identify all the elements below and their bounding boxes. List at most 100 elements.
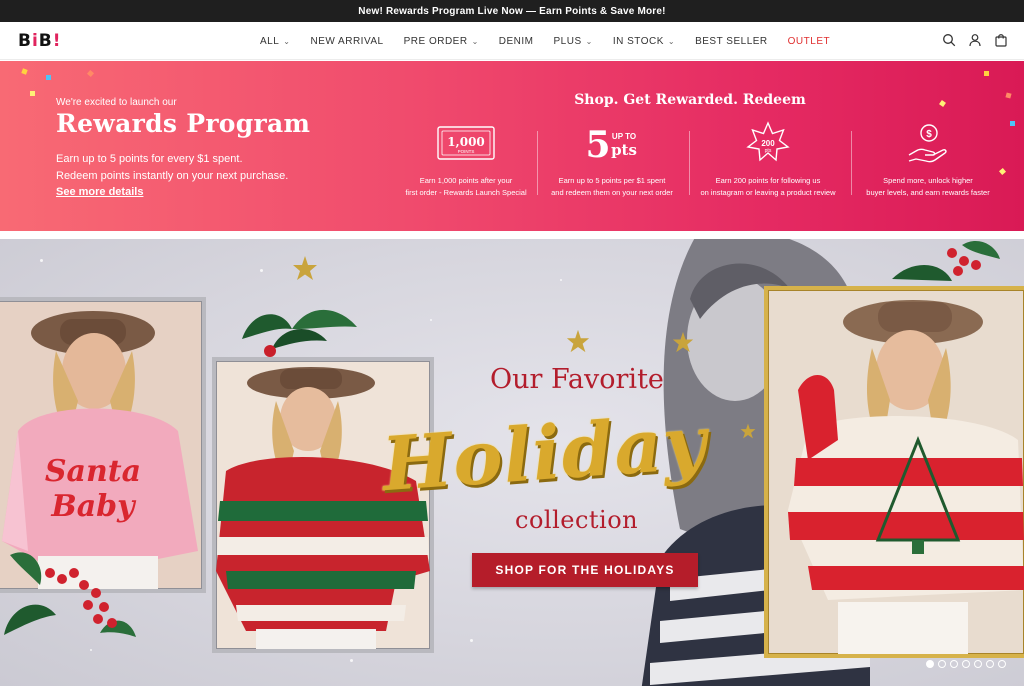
feature-text-line: Earn 1,000 points after your	[419, 176, 513, 185]
rewards-heading: Shop. Get Rewarded. Redeem	[574, 92, 806, 108]
hero-headline-bottom: collection	[515, 506, 639, 534]
site-logo[interactable]: BiB!	[18, 31, 62, 51]
carousel-dot-3[interactable]	[950, 660, 958, 668]
confetti	[1005, 92, 1012, 99]
confetti	[21, 68, 28, 75]
nav-label: PLUS	[553, 35, 582, 47]
main-nav: ALL ⌄ NEW ARRIVAL PRE ORDER ⌄ DENIM PLUS ⌄ …	[260, 22, 850, 60]
badge-points-text: 200	[761, 139, 775, 148]
hero-headline-top: Our Favorite	[490, 364, 664, 395]
confetti	[86, 69, 95, 78]
rewards-feature-first-order: 1,000 POINTS Earn 1,000 points after you…	[391, 121, 541, 199]
confetti	[939, 100, 946, 107]
nav-label: NEW ARRIVAL	[310, 35, 384, 47]
rewards-intro: We're excited to launch our	[56, 97, 177, 108]
up-to-label: UP TO	[612, 132, 636, 141]
nav-item-pre-order[interactable]: PRE ORDER ⌄	[404, 36, 479, 47]
feature-text-line: buyer levels, and earn rewards faster	[866, 188, 990, 197]
feature-text-line: Earn 200 points for following us	[715, 176, 821, 185]
rewards-description: Earn up to 5 points for every $1 spent. …	[56, 151, 356, 185]
shop-holidays-button[interactable]: SHOP FOR THE HOLIDAYS	[472, 553, 698, 587]
snow-fleck	[470, 639, 473, 642]
nav-item-outlet[interactable]: OUTLET	[788, 36, 830, 47]
rewards-desc-line: Redeem points instantly on your next pur…	[56, 170, 289, 182]
points-ticket-icon: 1,000 POINTS	[437, 126, 495, 160]
nav-label: DENIM	[498, 35, 534, 47]
nav-item-new-arrival[interactable]: NEW ARRIVAL	[311, 36, 384, 47]
pts-label: pts	[611, 141, 637, 159]
carousel-dot-1[interactable]	[926, 660, 934, 668]
snow-fleck	[90, 649, 92, 651]
confetti	[30, 91, 35, 96]
feature-text-line: and redeem them on your next order	[551, 188, 673, 197]
feature-divider	[689, 131, 690, 195]
berries-decoration-icon	[4, 552, 136, 637]
rewards-feature-buyer-levels: $ Spend more, unlock higher buyer levels…	[853, 121, 1003, 199]
nav-label: BEST SELLER	[695, 35, 768, 47]
nav-label: OUTLET	[787, 35, 831, 47]
rewards-feature-per-dollar: 5 UP TO pts Earn up to 5 points per $1 s…	[537, 121, 687, 199]
cart-icon[interactable]	[994, 33, 1008, 47]
carousel-dot-4[interactable]	[962, 660, 970, 668]
gold-star-icon	[740, 423, 756, 439]
confetti	[984, 71, 989, 76]
feature-text-line: Earn up to 5 points per $1 spent	[558, 176, 666, 185]
confetti	[46, 75, 51, 80]
berries-decoration-icon	[892, 240, 1000, 281]
svg-text:Baby: Baby	[50, 489, 137, 524]
search-icon[interactable]	[942, 33, 956, 47]
nav-item-denim[interactable]: DENIM	[499, 36, 534, 47]
five-number: 5	[585, 124, 610, 163]
chevron-down-icon: ⌄	[585, 36, 593, 46]
gold-star-icon	[293, 256, 317, 280]
announcement-bar: New! Rewards Program Live Now — Earn Poi…	[0, 0, 1024, 22]
nav-item-plus[interactable]: PLUS ⌄	[554, 36, 593, 47]
feature-divider	[851, 131, 852, 195]
snow-fleck	[40, 259, 43, 262]
svg-text:Santa: Santa	[45, 454, 141, 489]
feature-text-line: Spend more, unlock higher	[883, 176, 973, 185]
carousel-dots	[926, 660, 1006, 668]
see-more-details-link[interactable]: See more details	[56, 186, 143, 198]
badge-200-icon: 200 pts	[746, 121, 790, 162]
gold-star-icon	[566, 329, 590, 353]
carousel-dot-7[interactable]	[998, 660, 1006, 668]
ticket-points-sub: POINTS	[458, 149, 475, 154]
nav-item-all[interactable]: ALL ⌄	[260, 36, 291, 47]
carousel-dot-2[interactable]	[938, 660, 946, 668]
snow-fleck	[430, 319, 432, 321]
rewards-feature-social: 200 pts Earn 200 points for following us…	[693, 121, 843, 199]
chevron-down-icon: ⌄	[283, 36, 291, 46]
chevron-down-icon: ⌄	[471, 36, 479, 46]
nav-item-in-stock[interactable]: IN STOCK ⌄	[613, 36, 675, 47]
holiday-hero-banner[interactable]: Santa Baby Our Favorite Holiday collecti…	[0, 239, 1024, 686]
five-points-icon: 5 UP TO pts	[585, 124, 637, 163]
rewards-banner[interactable]: We're excited to launch our Rewards Prog…	[0, 61, 1024, 231]
tree-sweater-illustration	[788, 300, 1024, 654]
snow-fleck	[560, 279, 562, 281]
site-header: BiB! ALL ⌄ NEW ARRIVAL PRE ORDER ⌄ DENIM P…	[0, 22, 1024, 60]
confetti	[1010, 121, 1015, 126]
feature-text-line: on instagram or leaving a product review	[700, 188, 836, 197]
account-icon[interactable]	[968, 33, 982, 47]
feature-text-line: first order - Rewards Launch Special	[405, 188, 527, 197]
nav-item-best-seller[interactable]: BEST SELLER	[695, 36, 768, 47]
rewards-desc-line: Earn up to 5 points for every $1 spent.	[56, 153, 243, 165]
rewards-title: Rewards Program	[56, 109, 311, 138]
gold-star-icon	[672, 331, 694, 353]
product-photo-tree-sweater[interactable]	[764, 286, 1024, 658]
announcement-text: New! Rewards Program Live Now — Earn Poi…	[358, 5, 666, 17]
svg-text:$: $	[926, 129, 932, 140]
holly-decoration-icon	[242, 309, 357, 357]
coin-hand-icon: $	[908, 124, 947, 163]
nav-label: ALL	[260, 35, 280, 47]
ticket-points-text: 1,000	[447, 135, 485, 149]
carousel-dot-6[interactable]	[986, 660, 994, 668]
badge-points-sub: pts	[765, 148, 772, 154]
carousel-dot-5[interactable]	[974, 660, 982, 668]
header-actions	[942, 33, 1008, 47]
chevron-down-icon: ⌄	[667, 36, 676, 46]
snow-fleck	[260, 269, 263, 272]
snow-fleck	[350, 659, 353, 662]
nav-label: PRE ORDER	[403, 35, 468, 47]
